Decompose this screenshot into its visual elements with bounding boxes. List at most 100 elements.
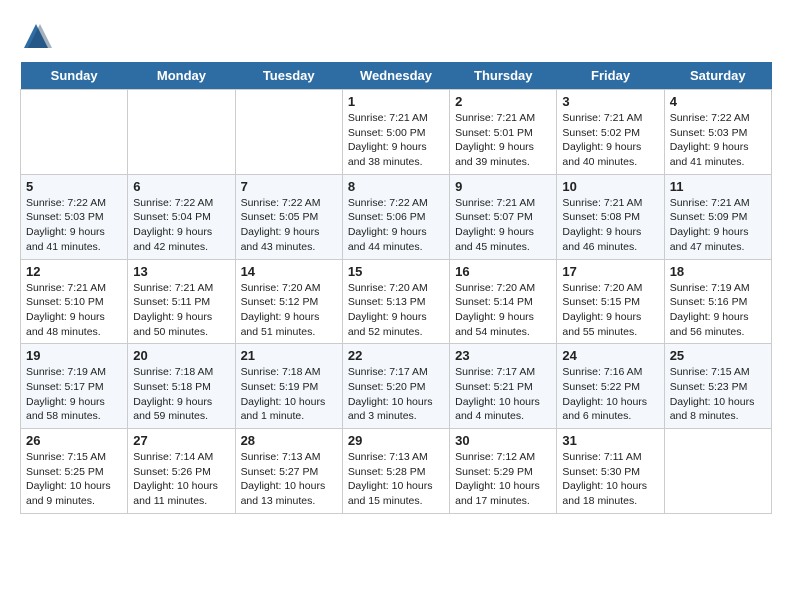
day-number: 15 xyxy=(348,264,444,279)
calendar-cell: 2 Sunrise: 7:21 AM Sunset: 5:01 PM Daylig… xyxy=(450,90,557,175)
day-header-wednesday: Wednesday xyxy=(342,62,449,90)
day-number: 17 xyxy=(562,264,658,279)
calendar-cell: 24 Sunrise: 7:16 AM Sunset: 5:22 PM Dayli… xyxy=(557,344,664,429)
day-number: 23 xyxy=(455,348,551,363)
day-header-friday: Friday xyxy=(557,62,664,90)
day-number: 2 xyxy=(455,94,551,109)
calendar-cell: 12 Sunrise: 7:21 AM Sunset: 5:10 PM Dayli… xyxy=(21,259,128,344)
day-number: 13 xyxy=(133,264,229,279)
week-row-1: 1 Sunrise: 7:21 AM Sunset: 5:00 PM Daylig… xyxy=(21,90,772,175)
calendar-cell: 31 Sunrise: 7:11 AM Sunset: 5:30 PM Dayli… xyxy=(557,429,664,514)
calendar-cell: 3 Sunrise: 7:21 AM Sunset: 5:02 PM Daylig… xyxy=(557,90,664,175)
day-number: 31 xyxy=(562,433,658,448)
calendar-cell: 8Sunrise: 7:22 AM Sunset: 5:06 PM Daylig… xyxy=(342,174,449,259)
day-header-thursday: Thursday xyxy=(450,62,557,90)
day-number: 19 xyxy=(26,348,122,363)
day-number: 12 xyxy=(26,264,122,279)
cell-content: Sunrise: 7:20 AM Sunset: 5:13 PM Dayligh… xyxy=(348,281,444,340)
cell-content: Sunrise: 7:21 AM Sunset: 5:10 PM Dayligh… xyxy=(26,281,122,340)
day-number: 1 xyxy=(348,94,444,109)
cell-content: Sunrise: 7:21 AM Sunset: 5:07 PM Dayligh… xyxy=(455,196,551,255)
cell-content: Sunrise: 7:21 AM Sunset: 5:01 PM Dayligh… xyxy=(455,111,551,170)
day-number: 30 xyxy=(455,433,551,448)
calendar-cell: 1 Sunrise: 7:21 AM Sunset: 5:00 PM Daylig… xyxy=(342,90,449,175)
calendar-cell: 29 Sunrise: 7:13 AM Sunset: 5:28 PM Dayli… xyxy=(342,429,449,514)
calendar-cell: 26 Sunrise: 7:15 AM Sunset: 5:25 PM Dayli… xyxy=(21,429,128,514)
logo xyxy=(20,20,56,52)
calendar-cell: 5Sunrise: 7:22 AM Sunset: 5:03 PM Daylig… xyxy=(21,174,128,259)
calendar-table: SundayMondayTuesdayWednesdayThursdayFrid… xyxy=(20,62,772,514)
cell-content: Sunrise: 7:15 AM Sunset: 5:23 PM Dayligh… xyxy=(670,365,766,424)
cell-content: Sunrise: 7:20 AM Sunset: 5:12 PM Dayligh… xyxy=(241,281,337,340)
cell-content: Sunrise: 7:13 AM Sunset: 5:27 PM Dayligh… xyxy=(241,450,337,509)
cell-content: Sunrise: 7:17 AM Sunset: 5:21 PM Dayligh… xyxy=(455,365,551,424)
cell-content: Sunrise: 7:17 AM Sunset: 5:20 PM Dayligh… xyxy=(348,365,444,424)
day-number: 16 xyxy=(455,264,551,279)
logo-icon xyxy=(20,20,52,52)
calendar-cell xyxy=(21,90,128,175)
day-number: 24 xyxy=(562,348,658,363)
calendar-cell: 28 Sunrise: 7:13 AM Sunset: 5:27 PM Dayli… xyxy=(235,429,342,514)
cell-content: Sunrise: 7:19 AM Sunset: 5:17 PM Dayligh… xyxy=(26,365,122,424)
day-header-tuesday: Tuesday xyxy=(235,62,342,90)
calendar-cell: 10Sunrise: 7:21 AM Sunset: 5:08 PM Dayli… xyxy=(557,174,664,259)
day-number: 21 xyxy=(241,348,337,363)
calendar-cell: 6Sunrise: 7:22 AM Sunset: 5:04 PM Daylig… xyxy=(128,174,235,259)
page-header xyxy=(20,20,772,52)
cell-content: Sunrise: 7:22 AM Sunset: 5:05 PM Dayligh… xyxy=(241,196,337,255)
day-number: 14 xyxy=(241,264,337,279)
calendar-cell: 16 Sunrise: 7:20 AM Sunset: 5:14 PM Dayli… xyxy=(450,259,557,344)
day-number: 25 xyxy=(670,348,766,363)
day-header-sunday: Sunday xyxy=(21,62,128,90)
calendar-cell: 15 Sunrise: 7:20 AM Sunset: 5:13 PM Dayli… xyxy=(342,259,449,344)
cell-content: Sunrise: 7:21 AM Sunset: 5:11 PM Dayligh… xyxy=(133,281,229,340)
cell-content: Sunrise: 7:22 AM Sunset: 5:04 PM Dayligh… xyxy=(133,196,229,255)
calendar-cell: 30 Sunrise: 7:12 AM Sunset: 5:29 PM Dayli… xyxy=(450,429,557,514)
cell-content: Sunrise: 7:12 AM Sunset: 5:29 PM Dayligh… xyxy=(455,450,551,509)
day-header-saturday: Saturday xyxy=(664,62,771,90)
cell-content: Sunrise: 7:11 AM Sunset: 5:30 PM Dayligh… xyxy=(562,450,658,509)
calendar-cell xyxy=(128,90,235,175)
week-row-2: 5Sunrise: 7:22 AM Sunset: 5:03 PM Daylig… xyxy=(21,174,772,259)
calendar-cell: 18Sunrise: 7:19 AM Sunset: 5:16 PM Dayli… xyxy=(664,259,771,344)
cell-content: Sunrise: 7:21 AM Sunset: 5:09 PM Dayligh… xyxy=(670,196,766,255)
calendar-cell: 25 Sunrise: 7:15 AM Sunset: 5:23 PM Dayli… xyxy=(664,344,771,429)
calendar-cell: 22Sunrise: 7:17 AM Sunset: 5:20 PM Dayli… xyxy=(342,344,449,429)
cell-content: Sunrise: 7:22 AM Sunset: 5:03 PM Dayligh… xyxy=(670,111,766,170)
day-header-monday: Monday xyxy=(128,62,235,90)
day-number: 18 xyxy=(670,264,766,279)
cell-content: Sunrise: 7:18 AM Sunset: 5:19 PM Dayligh… xyxy=(241,365,337,424)
calendar-cell: 13 Sunrise: 7:21 AM Sunset: 5:11 PM Dayli… xyxy=(128,259,235,344)
day-number: 7 xyxy=(241,179,337,194)
calendar-cell xyxy=(235,90,342,175)
day-number: 26 xyxy=(26,433,122,448)
day-number: 4 xyxy=(670,94,766,109)
calendar-cell: 4 Sunrise: 7:22 AM Sunset: 5:03 PM Daylig… xyxy=(664,90,771,175)
day-number: 9 xyxy=(455,179,551,194)
day-number: 3 xyxy=(562,94,658,109)
day-number: 8 xyxy=(348,179,444,194)
day-number: 5 xyxy=(26,179,122,194)
calendar-cell: 23 Sunrise: 7:17 AM Sunset: 5:21 PM Dayli… xyxy=(450,344,557,429)
day-number: 27 xyxy=(133,433,229,448)
week-row-4: 19 Sunrise: 7:19 AM Sunset: 5:17 PM Dayli… xyxy=(21,344,772,429)
cell-content: Sunrise: 7:16 AM Sunset: 5:22 PM Dayligh… xyxy=(562,365,658,424)
cell-content: Sunrise: 7:21 AM Sunset: 5:02 PM Dayligh… xyxy=(562,111,658,170)
day-number: 20 xyxy=(133,348,229,363)
calendar-cell xyxy=(664,429,771,514)
day-number: 11 xyxy=(670,179,766,194)
cell-content: Sunrise: 7:21 AM Sunset: 5:00 PM Dayligh… xyxy=(348,111,444,170)
calendar-cell: 14 Sunrise: 7:20 AM Sunset: 5:12 PM Dayli… xyxy=(235,259,342,344)
day-number: 10 xyxy=(562,179,658,194)
calendar-cell: 11 Sunrise: 7:21 AM Sunset: 5:09 PM Dayli… xyxy=(664,174,771,259)
day-number: 29 xyxy=(348,433,444,448)
cell-content: Sunrise: 7:20 AM Sunset: 5:14 PM Dayligh… xyxy=(455,281,551,340)
week-row-5: 26 Sunrise: 7:15 AM Sunset: 5:25 PM Dayli… xyxy=(21,429,772,514)
cell-content: Sunrise: 7:13 AM Sunset: 5:28 PM Dayligh… xyxy=(348,450,444,509)
calendar-cell: 9 Sunrise: 7:21 AM Sunset: 5:07 PM Daylig… xyxy=(450,174,557,259)
day-number: 28 xyxy=(241,433,337,448)
cell-content: Sunrise: 7:15 AM Sunset: 5:25 PM Dayligh… xyxy=(26,450,122,509)
cell-content: Sunrise: 7:18 AM Sunset: 5:18 PM Dayligh… xyxy=(133,365,229,424)
calendar-cell: 19 Sunrise: 7:19 AM Sunset: 5:17 PM Dayli… xyxy=(21,344,128,429)
calendar-cell: 21 Sunrise: 7:18 AM Sunset: 5:19 PM Dayli… xyxy=(235,344,342,429)
